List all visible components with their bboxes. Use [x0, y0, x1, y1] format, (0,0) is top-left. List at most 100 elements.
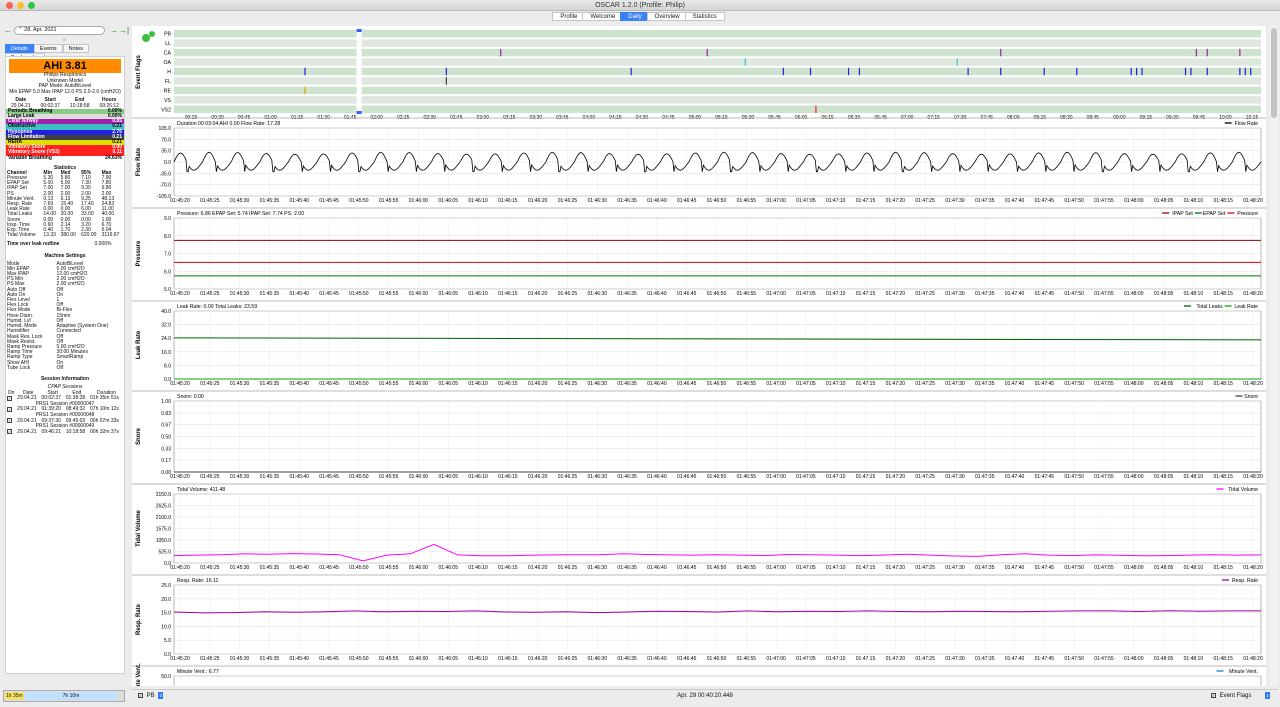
left-tab-events[interactable]: Events	[33, 44, 63, 53]
chart-panel-pressure[interactable]: Pressure Pressure: 6.86 EPAP Set: 5.74 IP…	[132, 207, 1266, 297]
x-tick-label: 01:46:50	[707, 474, 727, 480]
x-tick-label: 01:46:45	[677, 656, 697, 662]
event-flag-mark[interactable]	[967, 67, 969, 76]
x-tick-label: 01:46:15	[498, 198, 518, 204]
event-flag-mark[interactable]	[815, 105, 817, 113]
graphs-scrollbar[interactable]	[1270, 26, 1278, 686]
event-flag-mark[interactable]	[445, 67, 447, 76]
y-tick-label: 0.83	[161, 411, 171, 417]
tab-statistics[interactable]: Statistics	[684, 12, 725, 21]
x-tick-label: 01:45:35	[260, 474, 280, 480]
event-flag-mark[interactable]	[956, 58, 958, 66]
date-picker[interactable]: ⌃ 28. Apr. 2021	[14, 26, 105, 35]
x-tick-label: 01:46:25	[558, 656, 578, 662]
chart-panel-snore[interactable]: Snore Snore: 0.00 Snore 1.00 0.83 0.67 0.50 0.3…	[132, 390, 1266, 480]
tab-overview[interactable]: Overview	[646, 12, 688, 21]
event-flag-mark[interactable]	[1000, 67, 1002, 76]
session-checkbox[interactable]: ✓	[7, 429, 12, 435]
event-flag-mark[interactable]	[500, 48, 502, 57]
event-flags-checkbox[interactable]: ✓	[1210, 692, 1216, 698]
legend-label: Pressure	[1237, 211, 1258, 217]
event-flag-mark[interactable]	[1000, 48, 1002, 57]
tab-welcome[interactable]: Welcome	[582, 12, 624, 21]
view-window-marker-top	[356, 29, 362, 32]
day-timeline-bar[interactable]: 1h 35m 7h 10m	[3, 690, 125, 702]
event-flag-mark[interactable]	[706, 48, 708, 57]
x-tick-label: 01:47:20	[886, 474, 906, 480]
event-flag-mark[interactable]	[1076, 67, 1078, 76]
next-day-button[interactable]: →	[110, 26, 118, 35]
splitter-handle[interactable]: ≡	[63, 37, 66, 43]
session-checkbox[interactable]: ✓	[7, 406, 12, 412]
y-tick-label: 20.0	[161, 597, 171, 603]
x-tick-label: 01:48:05	[1154, 198, 1174, 204]
event-flags-panel[interactable]: Event FlagsPBLLCAOAHFLREVSVS200:15 00:30 0…	[132, 26, 1266, 121]
event-flag-mark[interactable]	[1130, 67, 1132, 76]
x-tick-label: 01:48:05	[1154, 565, 1174, 571]
scroll-thumb[interactable]	[1271, 28, 1277, 118]
event-flag-mark[interactable]	[630, 67, 632, 76]
event-flag-mark[interactable]	[1190, 67, 1192, 76]
x-tick-label: 01:46:05	[439, 291, 459, 297]
event-flag-mark[interactable]	[1141, 67, 1143, 76]
session-row[interactable]: ✓ 29.04.21 09:46:21 10:18:58 00h 32m 37s	[6, 429, 124, 435]
event-flag-mark[interactable]	[809, 67, 812, 76]
left-tab-notes[interactable]: Notes	[62, 44, 90, 53]
x-tick-label: 01:46:50	[707, 198, 727, 204]
x-tick-label: 01:47:05	[796, 565, 816, 571]
event-flag-mark[interactable]	[1250, 67, 1252, 76]
prev-day-button[interactable]: ←	[4, 26, 12, 35]
x-tick-label: 01:47:25	[915, 198, 935, 204]
chart-panel-tidal[interactable]: Tidal Volume Tidal Volume: 411.48 Tidal Vo…	[132, 483, 1266, 571]
x-tick-label: 01:46:35	[617, 381, 637, 387]
x-tick-label: 01:47:45	[1035, 656, 1055, 662]
x-tick-label: 01:46:30	[588, 291, 608, 297]
event-flag-mark[interactable]	[744, 58, 746, 66]
last-day-button[interactable]: →|	[119, 26, 129, 35]
event-flag-mark[interactable]	[782, 67, 784, 76]
session-checkbox-cell[interactable]: ✓	[6, 429, 16, 435]
x-tick-label: 01:46:00	[409, 656, 429, 662]
x-tick-label: 01:47:30	[945, 474, 965, 480]
x-tick-label: 01:47:05	[796, 381, 816, 387]
chart-panel-minvent[interactable]: Minute Vent. Minute Vent.: 6.77 Minute Ven…	[132, 663, 1266, 686]
chart-panel-leak[interactable]: Leak Rate Leak Rate: 0.00 Total Leaks: 23…	[132, 300, 1266, 387]
event-flag-mark[interactable]	[1239, 67, 1241, 76]
event-flags-toggle[interactable]: ✓ Event Flags ⇕	[1210, 692, 1270, 699]
event-flag-mark[interactable]	[445, 77, 447, 85]
timeline-seg-2[interactable]: 7h 10m	[25, 692, 117, 700]
left-tab-details[interactable]: Details	[5, 44, 34, 53]
chart-panel-resp[interactable]: Resp. Rate Resp. Rate: 16.11 Resp. Rate 25.…	[132, 574, 1266, 662]
tab-daily[interactable]: Daily	[620, 12, 650, 21]
x-tick-label: 01:45:25	[200, 198, 220, 204]
x-tick-label: 01:46:35	[617, 565, 637, 571]
view-window-marker[interactable]	[356, 29, 362, 114]
event-flag-mark[interactable]	[1206, 48, 1208, 57]
x-tick-label: 01:45:45	[319, 565, 339, 571]
event-flag-mark[interactable]	[847, 67, 850, 76]
session-checkbox[interactable]: ✓	[7, 395, 12, 401]
event-flag-mark[interactable]	[858, 67, 861, 76]
legend-label: Total Leaks	[1196, 304, 1223, 310]
event-flag-mark[interactable]	[1043, 67, 1045, 76]
session-checkbox[interactable]: ✓	[7, 418, 12, 424]
x-tick-label: 01:45:30	[230, 381, 250, 387]
event-flag-mark[interactable]	[304, 67, 306, 76]
event-row-label: H	[167, 70, 171, 76]
window-title: OSCAR 1.2.0 (Profile: Philip)	[595, 2, 685, 9]
event-flag-mark[interactable]	[1184, 67, 1187, 76]
event-flag-mark[interactable]	[1244, 67, 1246, 76]
event-flag-mark[interactable]	[1206, 67, 1208, 76]
x-tick-label: 01:45:40	[289, 381, 309, 387]
event-flag-mark[interactable]	[1239, 48, 1241, 57]
chart-panel-flow[interactable]: Flow Rate Duration 00:03:04 AHI 0.00 Flow…	[132, 117, 1266, 204]
event-flag-mark[interactable]	[1195, 48, 1197, 57]
timeline-seg-1[interactable]: 1h 35m	[5, 692, 24, 700]
event-row[interactable]: Variable Breathing 24.63%	[6, 155, 124, 161]
x-tick-label: 01:48:10	[1184, 291, 1204, 297]
tab-profile[interactable]: Profile	[552, 12, 586, 21]
x-tick-label: 01:46:10	[468, 381, 488, 387]
event-flag-mark[interactable]	[304, 86, 306, 95]
x-tick-label: 01:45:45	[319, 381, 339, 387]
event-flag-mark[interactable]	[1135, 67, 1138, 76]
